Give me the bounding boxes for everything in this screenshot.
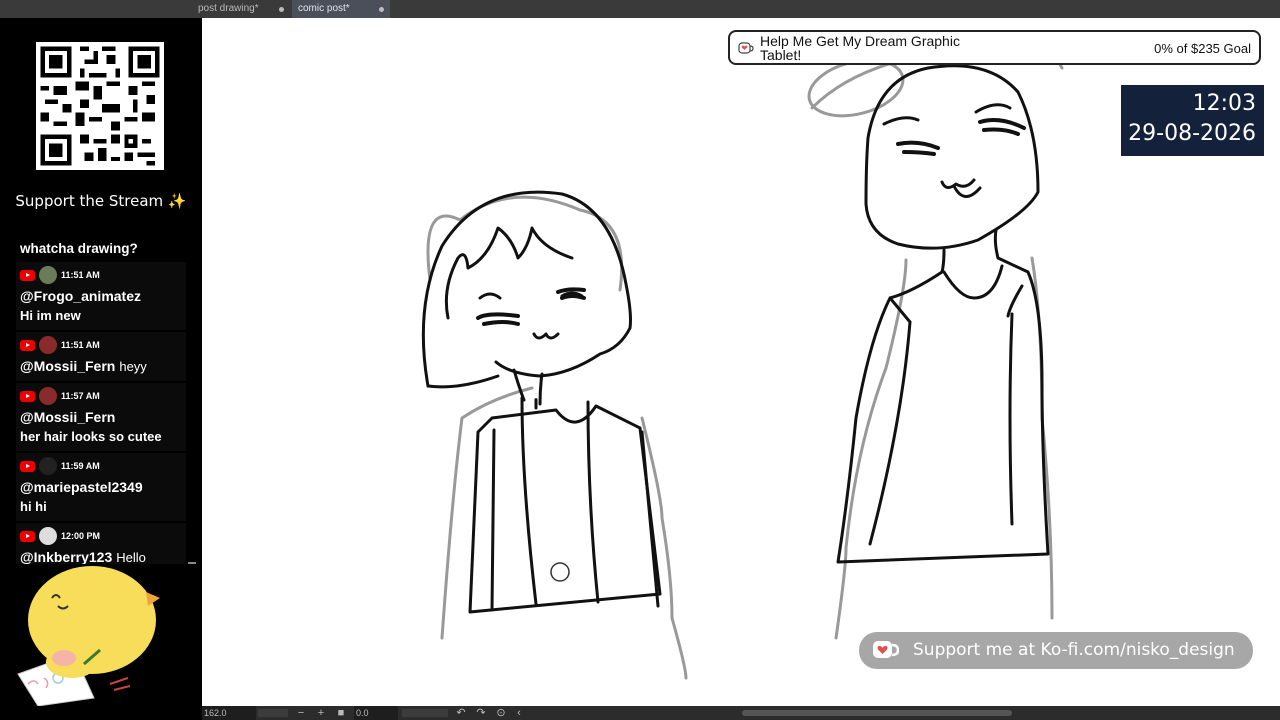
goal-progress: 0% of $235 Goal	[1154, 41, 1251, 56]
support-stream-title: Support the Stream ✨	[15, 192, 187, 210]
tab-label: comic post*	[298, 3, 350, 14]
message-username: @Mossii_Fern	[20, 409, 116, 425]
goal-title: Help Me Get My Dream Graphic Tablet!	[760, 33, 960, 63]
zoom-slider[interactable]	[258, 709, 288, 717]
chick-mascot-illustration	[17, 566, 160, 706]
chat-message: 11:51 AM @Frogo_animatez Hi im new	[16, 262, 186, 330]
youtube-icon	[20, 530, 35, 542]
message-time: 12:00 PM	[61, 531, 101, 541]
reset-rotation-icon[interactable]: ⊙	[494, 706, 508, 720]
message-text: Hi im new	[20, 308, 81, 323]
fit-view-icon[interactable]: ■	[334, 706, 348, 720]
qr-code	[36, 42, 164, 170]
canvas-status-bar: 162.0 − + ■ 0.0 ↶ ↷ ⊙ ‹	[202, 706, 1280, 720]
avatar	[39, 266, 57, 284]
zoom-in-icon[interactable]: +	[314, 706, 328, 720]
drawing-canvas[interactable]	[202, 18, 1280, 706]
avatar	[39, 387, 57, 405]
chat-message: 12:00 PM @Inkberry123 Hello	[16, 523, 186, 564]
flip-icon[interactable]: ‹	[512, 706, 526, 720]
rotate-left-icon[interactable]: ↶	[454, 706, 468, 720]
youtube-icon	[20, 269, 35, 281]
chat-feed: whatcha drawing? 11:51 AM @Frogo_animate…	[16, 238, 186, 564]
message-time: 11:59 AM	[61, 461, 100, 471]
message-username: @Mossii_Fern	[20, 358, 116, 374]
tab-post-drawing[interactable]: post drawing*	[192, 0, 290, 18]
message-text: heyy	[119, 359, 147, 374]
message-username: @Inkberry123	[20, 549, 113, 564]
rotate-right-icon[interactable]: ↷	[474, 706, 488, 720]
tab-comic-post[interactable]: comic post*	[292, 0, 390, 18]
chat-message: 11:51 AM @Mossii_Fern heyy	[16, 332, 186, 381]
zoom-out-icon[interactable]: −	[294, 706, 308, 720]
clock-time: 12:03	[1192, 91, 1256, 116]
clock-date: 29-08-2026	[1128, 121, 1256, 146]
youtube-icon	[20, 460, 35, 472]
message-text: Hello	[116, 550, 146, 564]
document-tab-bar: post drawing* comic post*	[0, 0, 1280, 18]
screen: post drawing* comic post* Support the St…	[0, 0, 1280, 720]
message-text: hi hi	[20, 499, 47, 514]
rotation-slider[interactable]	[402, 709, 448, 717]
chat-message: 11:59 AM @mariepastel2349 hi hi	[16, 453, 186, 521]
youtube-icon	[20, 339, 35, 351]
message-text: her hair looks so cutee	[20, 429, 162, 444]
message-time: 11:51 AM	[61, 340, 100, 350]
sketch-artwork	[421, 46, 1064, 680]
zoom-value[interactable]: 162.0	[202, 706, 256, 720]
tab-label: post drawing*	[198, 3, 259, 14]
message-time: 11:57 AM	[61, 391, 100, 401]
donation-goal-bar: Help Me Get My Dream Graphic Tablet! 0% …	[728, 30, 1261, 65]
message-time: 11:51 AM	[61, 270, 100, 280]
tab-close-icon[interactable]	[279, 7, 284, 12]
chat-message: 11:57 AM @Mossii_Fern her hair looks so …	[16, 383, 186, 451]
brush-cursor	[550, 562, 570, 582]
avatar	[39, 336, 57, 354]
message-username: @mariepastel2349	[20, 479, 143, 495]
kofi-cup-icon	[873, 641, 899, 658]
avatar	[39, 527, 57, 545]
clock-widget: 12:03 29-08-2026	[1121, 85, 1264, 156]
youtube-icon	[20, 390, 35, 402]
kofi-link-text: Support me at Ko-fi.com/nisko_design	[913, 640, 1235, 660]
rotation-value[interactable]: 0.0	[354, 706, 398, 720]
chat-scrollbar[interactable]	[188, 562, 196, 564]
kofi-banner: Support me at Ko-fi.com/nisko_design	[859, 632, 1253, 669]
avatar	[39, 457, 57, 475]
horizontal-scrollbar[interactable]	[742, 710, 1012, 716]
tab-close-icon[interactable]	[379, 7, 384, 12]
message-username: @Frogo_animatez	[20, 288, 142, 304]
chat-message-text: whatcha drawing?	[20, 241, 138, 256]
kofi-cup-icon	[738, 42, 754, 54]
